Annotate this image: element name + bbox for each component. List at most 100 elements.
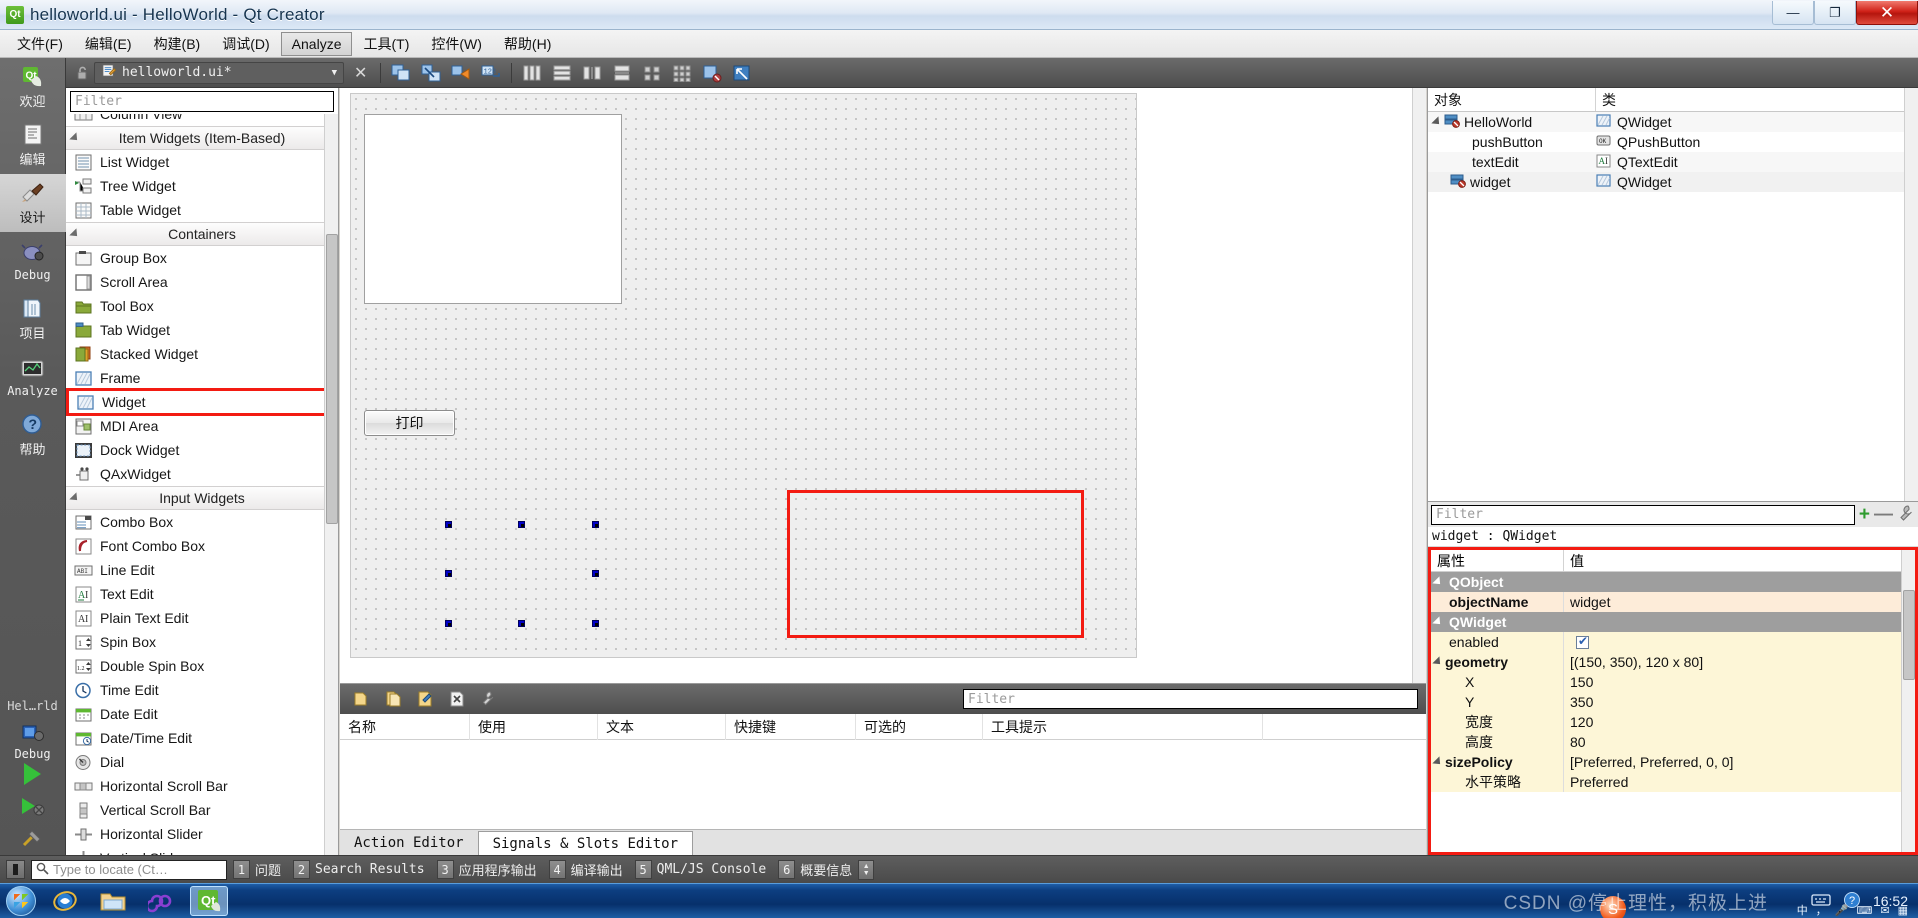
property-row--[interactable]: 高度 80 (1431, 732, 1915, 752)
minimize-button[interactable]: — (1772, 1, 1814, 25)
widget-item-column-view[interactable]: Column View (66, 114, 338, 126)
mode-欢迎[interactable]: Qt 欢迎 (0, 58, 66, 116)
property-row-qobject[interactable]: QObject (1431, 572, 1915, 592)
property-row--[interactable]: 宽度 120 (1431, 712, 1915, 732)
expand-arrow-icon[interactable] (1432, 576, 1444, 588)
widget-item-mdi-area[interactable]: MDI Area (66, 414, 338, 438)
action-column-4[interactable]: 可选的 (856, 713, 983, 740)
expand-arrow-icon[interactable] (1432, 756, 1444, 768)
widget-item-horizontal-scroll-bar[interactable]: Horizontal Scroll Bar (66, 774, 338, 798)
property-row-sizepolicy[interactable]: sizePolicy [Preferred, Preferred, 0, 0] (1431, 752, 1915, 772)
property-row-qwidget[interactable]: QWidget (1431, 612, 1915, 632)
widget-item-date-edit[interactable]: Date Edit (66, 702, 338, 726)
new-action-icon[interactable] (348, 687, 374, 711)
object-row-pushbutton[interactable]: pushButton OK QPushButton (1428, 132, 1918, 152)
run-icon[interactable] (24, 763, 41, 785)
resize-handle-nw[interactable] (445, 521, 452, 528)
add-property-button[interactable]: + (1859, 505, 1870, 524)
qt-creator-icon[interactable]: Qt (190, 886, 228, 916)
mode-设计[interactable]: 设计 (0, 174, 66, 232)
edit-widgets-icon[interactable] (388, 61, 414, 85)
widget-item-font-combo-box[interactable]: Font Combo Box (66, 534, 338, 558)
maximize-button[interactable]: ❐ (1814, 1, 1856, 25)
resize-handle-e[interactable] (592, 570, 599, 577)
expand-arrow-icon[interactable] (1432, 656, 1444, 668)
object-inspector-scrollbar[interactable] (1904, 88, 1918, 501)
object-row-widget[interactable]: widget QWidget (1428, 172, 1918, 192)
edit-tab-order-icon[interactable]: 123 (478, 61, 504, 85)
expand-arrow-icon[interactable] (1431, 116, 1443, 128)
property-row-x[interactable]: X 150 (1431, 672, 1915, 692)
menu-工具t[interactable]: 工具(T) (352, 30, 420, 58)
edit-signals-slots-icon[interactable] (418, 61, 444, 85)
property-row-y[interactable]: Y 350 (1431, 692, 1915, 712)
widget-item-group-box[interactable]: Group Box (66, 246, 338, 270)
layout-splitter-h-icon[interactable] (579, 61, 605, 85)
adjust-size-icon[interactable] (729, 61, 755, 85)
scrollbar-thumb[interactable] (1903, 590, 1915, 680)
ime-mic-icon[interactable]: 🎤 (1835, 904, 1849, 917)
property-filter-input[interactable]: Filter (1431, 504, 1855, 525)
sidebar-toggle-icon[interactable] (6, 860, 25, 879)
widget-item-scroll-area[interactable]: Scroll Area (66, 270, 338, 294)
ime-menu-icon[interactable]: ▦ (1898, 904, 1908, 917)
resize-handle-ne[interactable] (592, 521, 599, 528)
mode-项目[interactable]: 项目 (0, 290, 66, 348)
object-row-textedit[interactable]: textEdit A I QTextEdit (1428, 152, 1918, 172)
wrench-icon[interactable] (1897, 504, 1915, 525)
build-hammer-icon[interactable] (20, 827, 46, 849)
action-column-1[interactable]: 使用 (470, 713, 598, 740)
output-pane-2[interactable]: 2 Search Results (293, 860, 425, 879)
enabled-checkbox[interactable] (1576, 634, 1589, 649)
copy-action-icon[interactable] (380, 687, 406, 711)
expand-arrow-icon[interactable] (69, 132, 81, 144)
widget-item-frame[interactable]: Frame (66, 366, 338, 390)
pushbutton-widget[interactable]: 打印 (364, 410, 455, 436)
sogou-ime-icon[interactable]: S (1600, 896, 1626, 918)
ime-keyboard-icon[interactable]: ⌨ (1856, 904, 1872, 917)
file-explorer-icon[interactable] (94, 886, 132, 916)
widget-category-item-widgets-item-based[interactable]: Item Widgets (Item-Based) (66, 126, 338, 150)
widget-item-text-edit[interactable]: A I Text Edit (66, 582, 338, 606)
layout-form-icon[interactable] (639, 61, 665, 85)
property-scrollbar[interactable] (1901, 550, 1915, 852)
close-button[interactable]: ✕ (1856, 1, 1918, 25)
action-filter-input[interactable]: Filter (963, 689, 1418, 709)
property-row--[interactable]: 水平策略 Preferred (1431, 772, 1915, 792)
action-column-5[interactable]: 工具提示 (983, 713, 1263, 740)
property-row-geometry[interactable]: geometry [(150, 350), 120 x 80] (1431, 652, 1915, 672)
menu-帮助h[interactable]: 帮助(H) (493, 30, 562, 58)
widget-category-input-widgets[interactable]: Input Widgets (66, 486, 338, 510)
chevron-down-icon[interactable]: ▼ (332, 68, 337, 78)
remove-property-button[interactable]: — (1874, 505, 1893, 524)
textedit-widget[interactable] (364, 114, 622, 304)
mode-analyze[interactable]: Analyze (0, 348, 66, 406)
layout-splitter-v-icon[interactable] (609, 61, 635, 85)
delete-action-icon[interactable] (444, 687, 470, 711)
internet-explorer-icon[interactable] (46, 886, 84, 916)
widget-item-tree-widget[interactable]: Tree Widget (66, 174, 338, 198)
property-row-objectname[interactable]: objectName widget (1431, 592, 1915, 612)
view-mode-icon[interactable] (476, 687, 502, 711)
action-column-2[interactable]: 文本 (598, 713, 726, 740)
property-row-enabled[interactable]: enabled (1431, 632, 1915, 652)
widget-item-widget[interactable]: Widget (66, 388, 334, 416)
output-pane-4[interactable]: 4 编译输出 (548, 860, 623, 879)
output-pane-6[interactable]: 6 概要信息 (778, 860, 852, 879)
widget-item-qaxwidget[interactable]: QAxWidget (66, 462, 338, 486)
widget-item-horizontal-slider[interactable]: Horizontal Slider (66, 822, 338, 846)
widget-item-vertical-slider[interactable]: Vertical Slider (66, 846, 338, 855)
windows-start-orb[interactable] (6, 886, 36, 916)
menu-文件f[interactable]: 文件(F) (6, 30, 74, 58)
close-file-icon[interactable]: ✕ (348, 63, 373, 83)
ime-comma-icon[interactable]: ， (1816, 902, 1827, 918)
widget-item-date-time-edit[interactable]: Date/Time Edit (66, 726, 338, 750)
edit-action-icon[interactable] (412, 687, 438, 711)
action-column-3[interactable]: 快捷键 (726, 713, 856, 740)
widget-item-plain-text-edit[interactable]: A I Plain Text Edit (66, 606, 338, 630)
canvas-scrollbar[interactable] (1412, 88, 1426, 683)
widget-item-time-edit[interactable]: Time Edit (66, 678, 338, 702)
widget-item-dial[interactable]: Dial (66, 750, 338, 774)
object-row-helloworld[interactable]: HelloWorld QWidget (1428, 112, 1918, 132)
menu-构建b[interactable]: 构建(B) (143, 30, 212, 58)
